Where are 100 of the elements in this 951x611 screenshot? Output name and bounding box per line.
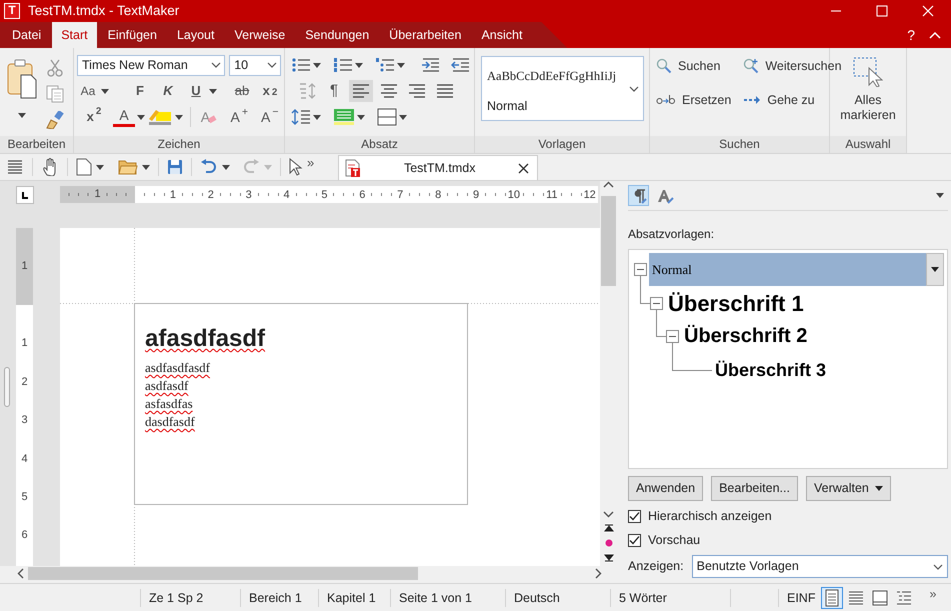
collapse-toggle-icon[interactable]: [634, 263, 647, 276]
align-left-icon[interactable]: [352, 84, 370, 98]
find-button[interactable]: Gehe zu: [740, 88, 845, 112]
caret-icon[interactable]: [137, 114, 145, 120]
caret-icon[interactable]: [96, 164, 104, 170]
italic-button[interactable]: K: [157, 80, 179, 102]
collapse-toggle-icon[interactable]: [650, 296, 663, 310]
scroll-up-icon[interactable]: [603, 181, 614, 188]
document-tab[interactable]: TestTM.tmdx: [338, 155, 538, 180]
style-dropdown-button[interactable]: [926, 253, 944, 286]
next-page-icon[interactable]: [604, 552, 614, 562]
menu-tab[interactable]: Layout: [168, 22, 224, 48]
find-button[interactable]: Ersetzen: [653, 88, 734, 112]
character-style-icon[interactable]: [656, 188, 674, 204]
caret-icon[interactable]: [222, 164, 230, 170]
scrollbar-thumb[interactable]: [28, 567, 418, 580]
caret-icon[interactable]: [313, 114, 321, 120]
caret-icon[interactable]: [399, 114, 407, 120]
page-view-icon[interactable]: [823, 588, 842, 606]
maximize-icon[interactable]: [876, 5, 888, 17]
save-icon[interactable]: [167, 159, 183, 175]
menu-tab[interactable]: Überarbeiten: [380, 22, 470, 48]
collapse-toggle-icon[interactable]: [666, 330, 679, 344]
style-filter-dropdown[interactable]: Benutzte Vorlagen: [692, 555, 948, 578]
collapse-ribbon-icon[interactable]: [929, 31, 941, 39]
more-tools-button[interactable]: »: [307, 153, 314, 173]
panel-button[interactable]: Verwalten: [806, 476, 891, 501]
caret-icon[interactable]: [175, 114, 183, 120]
menu-tab[interactable]: Datei: [3, 22, 50, 48]
caret-icon[interactable]: [18, 113, 26, 118]
menu-tab[interactable]: Verweise: [225, 22, 294, 48]
caret-icon[interactable]: [101, 88, 109, 94]
style-item[interactable]: Überschrift 1: [665, 286, 807, 320]
justify-icon[interactable]: [436, 84, 454, 98]
pilcrow-button[interactable]: ¶: [323, 80, 345, 102]
master-view-icon[interactable]: [871, 588, 890, 606]
scroll-left-icon[interactable]: [17, 568, 24, 579]
increase-indent-icon[interactable]: [421, 57, 441, 73]
checkbox[interactable]: [628, 534, 641, 546]
caret-icon[interactable]: [209, 88, 217, 94]
shrink-font-button[interactable]: A$^{−}$: [258, 106, 281, 128]
menu-tab[interactable]: Start: [52, 22, 97, 48]
paste-icon[interactable]: [7, 59, 37, 99]
close-icon[interactable]: [518, 162, 530, 174]
chevron-down-icon[interactable]: [933, 564, 943, 570]
caret-icon[interactable]: [931, 267, 939, 272]
scroll-right-icon[interactable]: [595, 568, 602, 579]
align-right-icon[interactable]: [408, 84, 426, 98]
ruler[interactable]: 1 1 2 3 4 5 6 7 8 9 10 11 12: [60, 186, 598, 203]
pointer-icon[interactable]: [289, 158, 303, 176]
undo-icon[interactable]: [200, 159, 218, 175]
numbered-list-icon[interactable]: [333, 57, 353, 73]
checkbox[interactable]: [628, 510, 641, 522]
previous-page-icon[interactable]: [604, 524, 614, 534]
tab-stop-icon[interactable]: [16, 186, 34, 204]
style-item[interactable]: Normal: [649, 253, 926, 286]
panel-button[interactable]: Anwenden: [628, 476, 704, 501]
line-spacing-icon[interactable]: [291, 108, 311, 126]
menu-icon[interactable]: [6, 159, 24, 175]
collapse-handle[interactable]: [4, 367, 10, 407]
align-center-icon[interactable]: [380, 84, 398, 98]
decrease-indent-icon[interactable]: [451, 57, 471, 73]
caret-icon[interactable]: [313, 62, 321, 68]
menu-tab[interactable]: Ansicht: [472, 22, 532, 48]
caret-icon[interactable]: [142, 164, 150, 170]
menu-tab[interactable]: Sendungen: [296, 22, 378, 48]
superscript-button[interactable]: x$^{2}$: [83, 106, 105, 128]
help-button[interactable]: ?: [907, 24, 915, 46]
caret-icon[interactable]: [397, 62, 405, 68]
font-size-dropdown[interactable]: 10: [229, 54, 281, 76]
font-color-button[interactable]: A: [113, 107, 135, 127]
chevron-down-icon[interactable]: [629, 86, 639, 92]
find-button[interactable]: Suchen: [653, 54, 734, 78]
chevron-down-icon[interactable]: [211, 62, 222, 68]
bulleted-list-icon[interactable]: [291, 57, 311, 73]
font-dropdown[interactable]: Times New Roman: [77, 54, 226, 76]
bold-button[interactable]: F: [129, 80, 151, 102]
format-painter-icon[interactable]: [46, 111, 64, 129]
style-item[interactable]: Überschrift 2: [681, 320, 810, 354]
grow-font-button[interactable]: A$^{+}$: [228, 106, 250, 128]
change-case-button[interactable]: Aa: [77, 80, 99, 102]
subscript-button[interactable]: x$_{2}$: [259, 80, 281, 102]
chevron-down-icon[interactable]: [267, 62, 277, 68]
browse-object-icon[interactable]: [604, 539, 612, 547]
scrollbar-thumb[interactable]: [601, 196, 616, 286]
menu-tab[interactable]: Einfügen: [98, 22, 166, 48]
scroll-down-icon[interactable]: [603, 511, 614, 518]
strikethrough-button[interactable]: ab: [231, 80, 253, 102]
outline-view-icon[interactable]: [895, 588, 914, 606]
underline-button[interactable]: U: [185, 80, 207, 102]
find-button[interactable]: Weitersuchen: [740, 54, 845, 78]
caret-icon[interactable]: [936, 193, 944, 198]
style-gallery[interactable]: AaBbCcDdEeFfGgHhIiJj Normal: [481, 56, 644, 121]
new-document-icon[interactable]: [76, 158, 92, 176]
multilevel-list-icon[interactable]: [375, 57, 395, 73]
style-item[interactable]: Überschrift 3: [712, 354, 830, 387]
panel-button[interactable]: Bearbeiten...: [711, 476, 798, 501]
caret-icon[interactable]: [874, 486, 883, 491]
caret-icon[interactable]: [355, 62, 363, 68]
caret-icon[interactable]: [357, 114, 365, 120]
